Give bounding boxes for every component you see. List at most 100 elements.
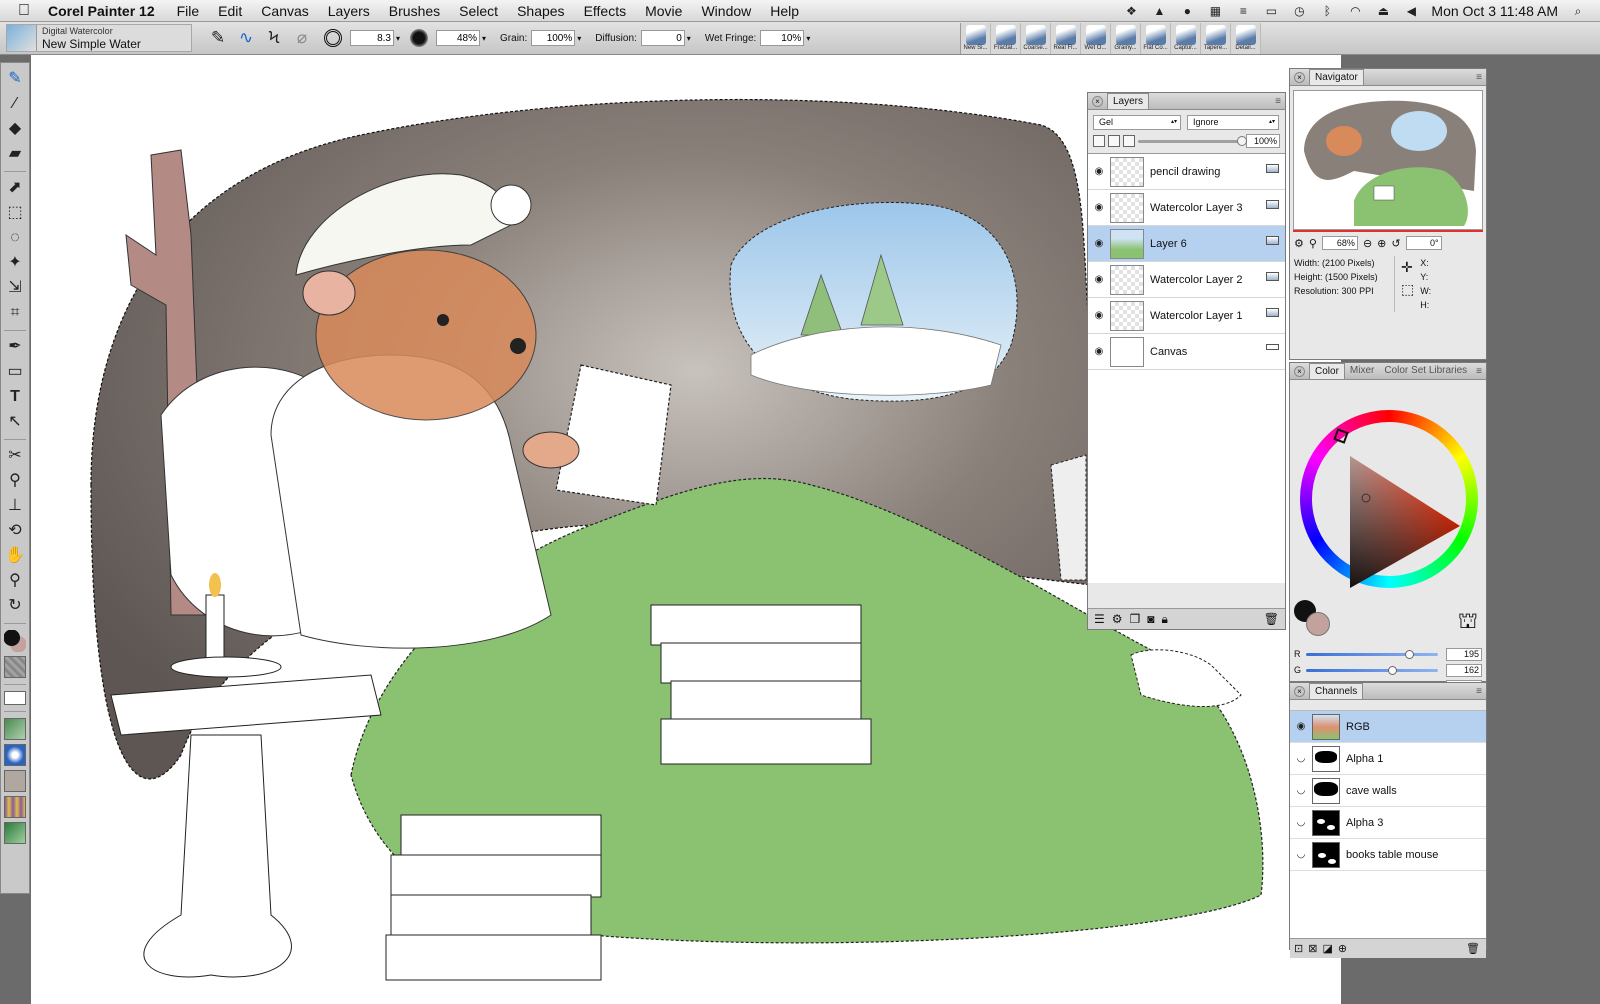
paint-bucket-tool-icon[interactable]: ◆ [3,117,27,141]
diffusion-field[interactable] [640,30,685,46]
tray-brush-7[interactable]: Flat Co... [1141,23,1171,54]
green-slider-knob[interactable] [1387,665,1397,675]
layer-row-watercolor-layer-2[interactable]: ◉ Watercolor Layer 2 [1088,262,1285,298]
hat-icon[interactable]: ▲ [1151,4,1167,18]
brush-selector[interactable]: Digital Watercolor New Simple Water [6,24,192,52]
visibility-eye-icon[interactable]: ◉ [1088,274,1110,285]
size-field[interactable] [350,30,394,46]
screen-mode-icon[interactable] [4,691,26,705]
visibility-eye-icon[interactable]: ◉ [1088,346,1110,357]
dodge-tool-icon[interactable]: ⊥ [3,494,27,518]
magic-wand-tool-icon[interactable]: ✦ [3,251,27,275]
text-tool-icon[interactable]: T [3,385,27,409]
opacity-dropdown-icon[interactable]: ▾ [482,34,486,43]
menu-canvas[interactable]: Canvas [261,3,308,19]
volume-icon[interactable]: ◀ [1403,4,1419,18]
paper-selector-icon[interactable] [4,656,26,678]
eject-icon[interactable]: ⏏ [1375,4,1391,18]
red-value-field[interactable]: 195 [1446,647,1482,661]
navigator-tab[interactable]: Navigator [1309,69,1364,85]
grain-dropdown-icon[interactable]: ▾ [577,34,581,43]
rotate-page-tool-icon[interactable]: ↻ [3,594,27,618]
clone-color-stamp-icon[interactable]: ⛫ [1458,608,1478,637]
spotlight-search-icon[interactable]: ⌕ [1570,4,1586,18]
rubber-stamp-tool-icon[interactable]: ⚲ [3,469,27,493]
zoom-field[interactable]: 68% [1321,236,1358,250]
channel-row-cave-walls[interactable]: ◡ cave walls [1290,775,1486,807]
panel-menu-icon[interactable]: ≡ [1476,366,1482,377]
opacity-field[interactable] [436,30,481,46]
crop-tool-icon[interactable]: ⌗ [3,301,27,325]
tray-brush-10[interactable]: Detail... [1231,23,1261,54]
close-icon[interactable]: × [1294,71,1305,83]
dropper-tool-icon[interactable]: ⁄ [3,92,27,116]
layer-row-watercolor-layer-3[interactable]: ◉ Watercolor Layer 3 [1088,190,1285,226]
menu-file[interactable]: File [177,3,200,19]
weave-selector-icon[interactable] [4,796,26,818]
time-machine-icon[interactable]: ◷ [1291,4,1307,18]
stroke-freehand-icon[interactable]: ∿ [234,27,258,49]
saturation-value-triangle[interactable] [1290,380,1488,610]
visibility-eye-icon[interactable]: ◉ [1088,202,1110,213]
pattern-selector-icon[interactable] [4,718,26,740]
rotation-field[interactable]: 0° [1405,236,1442,250]
display-icon[interactable]: ▭ [1263,4,1279,18]
menu-select[interactable]: Select [459,3,498,19]
layer-opacity-slider[interactable] [1138,135,1247,146]
color-set-libraries-tab[interactable]: Color Set Libraries [1379,363,1472,379]
shape-selection-tool-icon[interactable]: ↖ [3,410,27,434]
windows-icon[interactable]: ▦ [1207,4,1223,18]
dynamic-plugins-icon[interactable]: ⚙ [1112,612,1123,626]
channel-row-alpha-1[interactable]: ◡ Alpha 1 [1290,743,1486,775]
tray-brush-1[interactable]: New Si... [961,23,991,54]
panel-menu-icon[interactable]: ≡ [1476,686,1482,697]
channels-tab[interactable]: Channels [1309,683,1364,699]
nozzle-selector-icon[interactable] [4,770,26,792]
green-value-field[interactable]: 162 [1446,663,1482,677]
tray-brush-8[interactable]: Captur... [1171,23,1201,54]
main-secondary-colors[interactable] [1294,600,1334,640]
trash-icon[interactable]: 🗑︎ [1466,942,1480,955]
invert-channel-icon[interactable]: ◪ [1322,942,1332,955]
grain-field[interactable] [531,30,576,46]
layer-row-pencil-drawing[interactable]: ◉ pencil drawing [1088,154,1285,190]
main-secondary-color-icon[interactable] [4,630,26,652]
wetfringe-field[interactable] [760,30,805,46]
dropbox-icon[interactable]: ❖ [1123,4,1139,18]
transparency-lock-icon[interactable] [1093,135,1105,147]
menu-shapes[interactable]: Shapes [517,3,564,19]
b-status-icon[interactable]: ● [1179,4,1195,18]
mirror-tool-icon[interactable]: ⟲ [3,519,27,543]
layer-row-canvas[interactable]: ◉ Canvas [1088,334,1285,370]
bluetooth-icon[interactable]: ᛒ [1319,4,1335,18]
selection-adjuster-tool-icon[interactable]: ⇲ [3,276,27,300]
layer-mask-icon[interactable]: ◙ [1147,612,1154,626]
rectangular-selection-tool-icon[interactable]: ⬚ [3,201,27,225]
rotate-icon[interactable]: ↺ [1391,237,1400,250]
menu-edit[interactable]: Edit [218,3,242,19]
menu-help[interactable]: Help [770,3,799,19]
layer-opacity-field[interactable]: 100% [1246,134,1280,148]
pen-tool-icon[interactable]: ✒ [3,335,27,359]
tray-brush-9[interactable]: Tapere... [1201,23,1231,54]
navigator-preview[interactable] [1293,90,1483,230]
stroke-straight-icon[interactable]: Ϟ [262,27,286,49]
size-dropdown-icon[interactable]: ▾ [396,34,400,43]
panel-menu-icon[interactable]: ≡ [1275,96,1281,107]
visibility-eye-icon[interactable]: ◉ [1088,238,1110,249]
secondary-color-swatch[interactable] [1306,612,1330,636]
apple-menu-icon[interactable]:  [0,2,48,20]
zoom-icon[interactable]: ⚲ [1309,237,1317,250]
brush-tool-icon[interactable]: ✎ [3,67,27,91]
menu-brushes[interactable]: Brushes [389,3,440,19]
menu-window[interactable]: Window [701,3,751,19]
tray-brush-6[interactable]: Grainy... [1111,23,1141,54]
new-channel-icon[interactable]: ⊕ [1338,942,1347,955]
layer-row-layer-6[interactable]: ◉ Layer 6 [1088,226,1285,262]
visibility-eye-icon[interactable]: ◡ [1290,785,1312,796]
rectangle-shape-tool-icon[interactable]: ▭ [3,360,27,384]
grabber-tool-icon[interactable]: ✋ [3,544,27,568]
layer-commands-icon[interactable]: ☰ [1094,612,1105,626]
trash-icon[interactable]: 🗑︎ [1264,612,1279,626]
close-icon[interactable]: × [1092,95,1103,107]
